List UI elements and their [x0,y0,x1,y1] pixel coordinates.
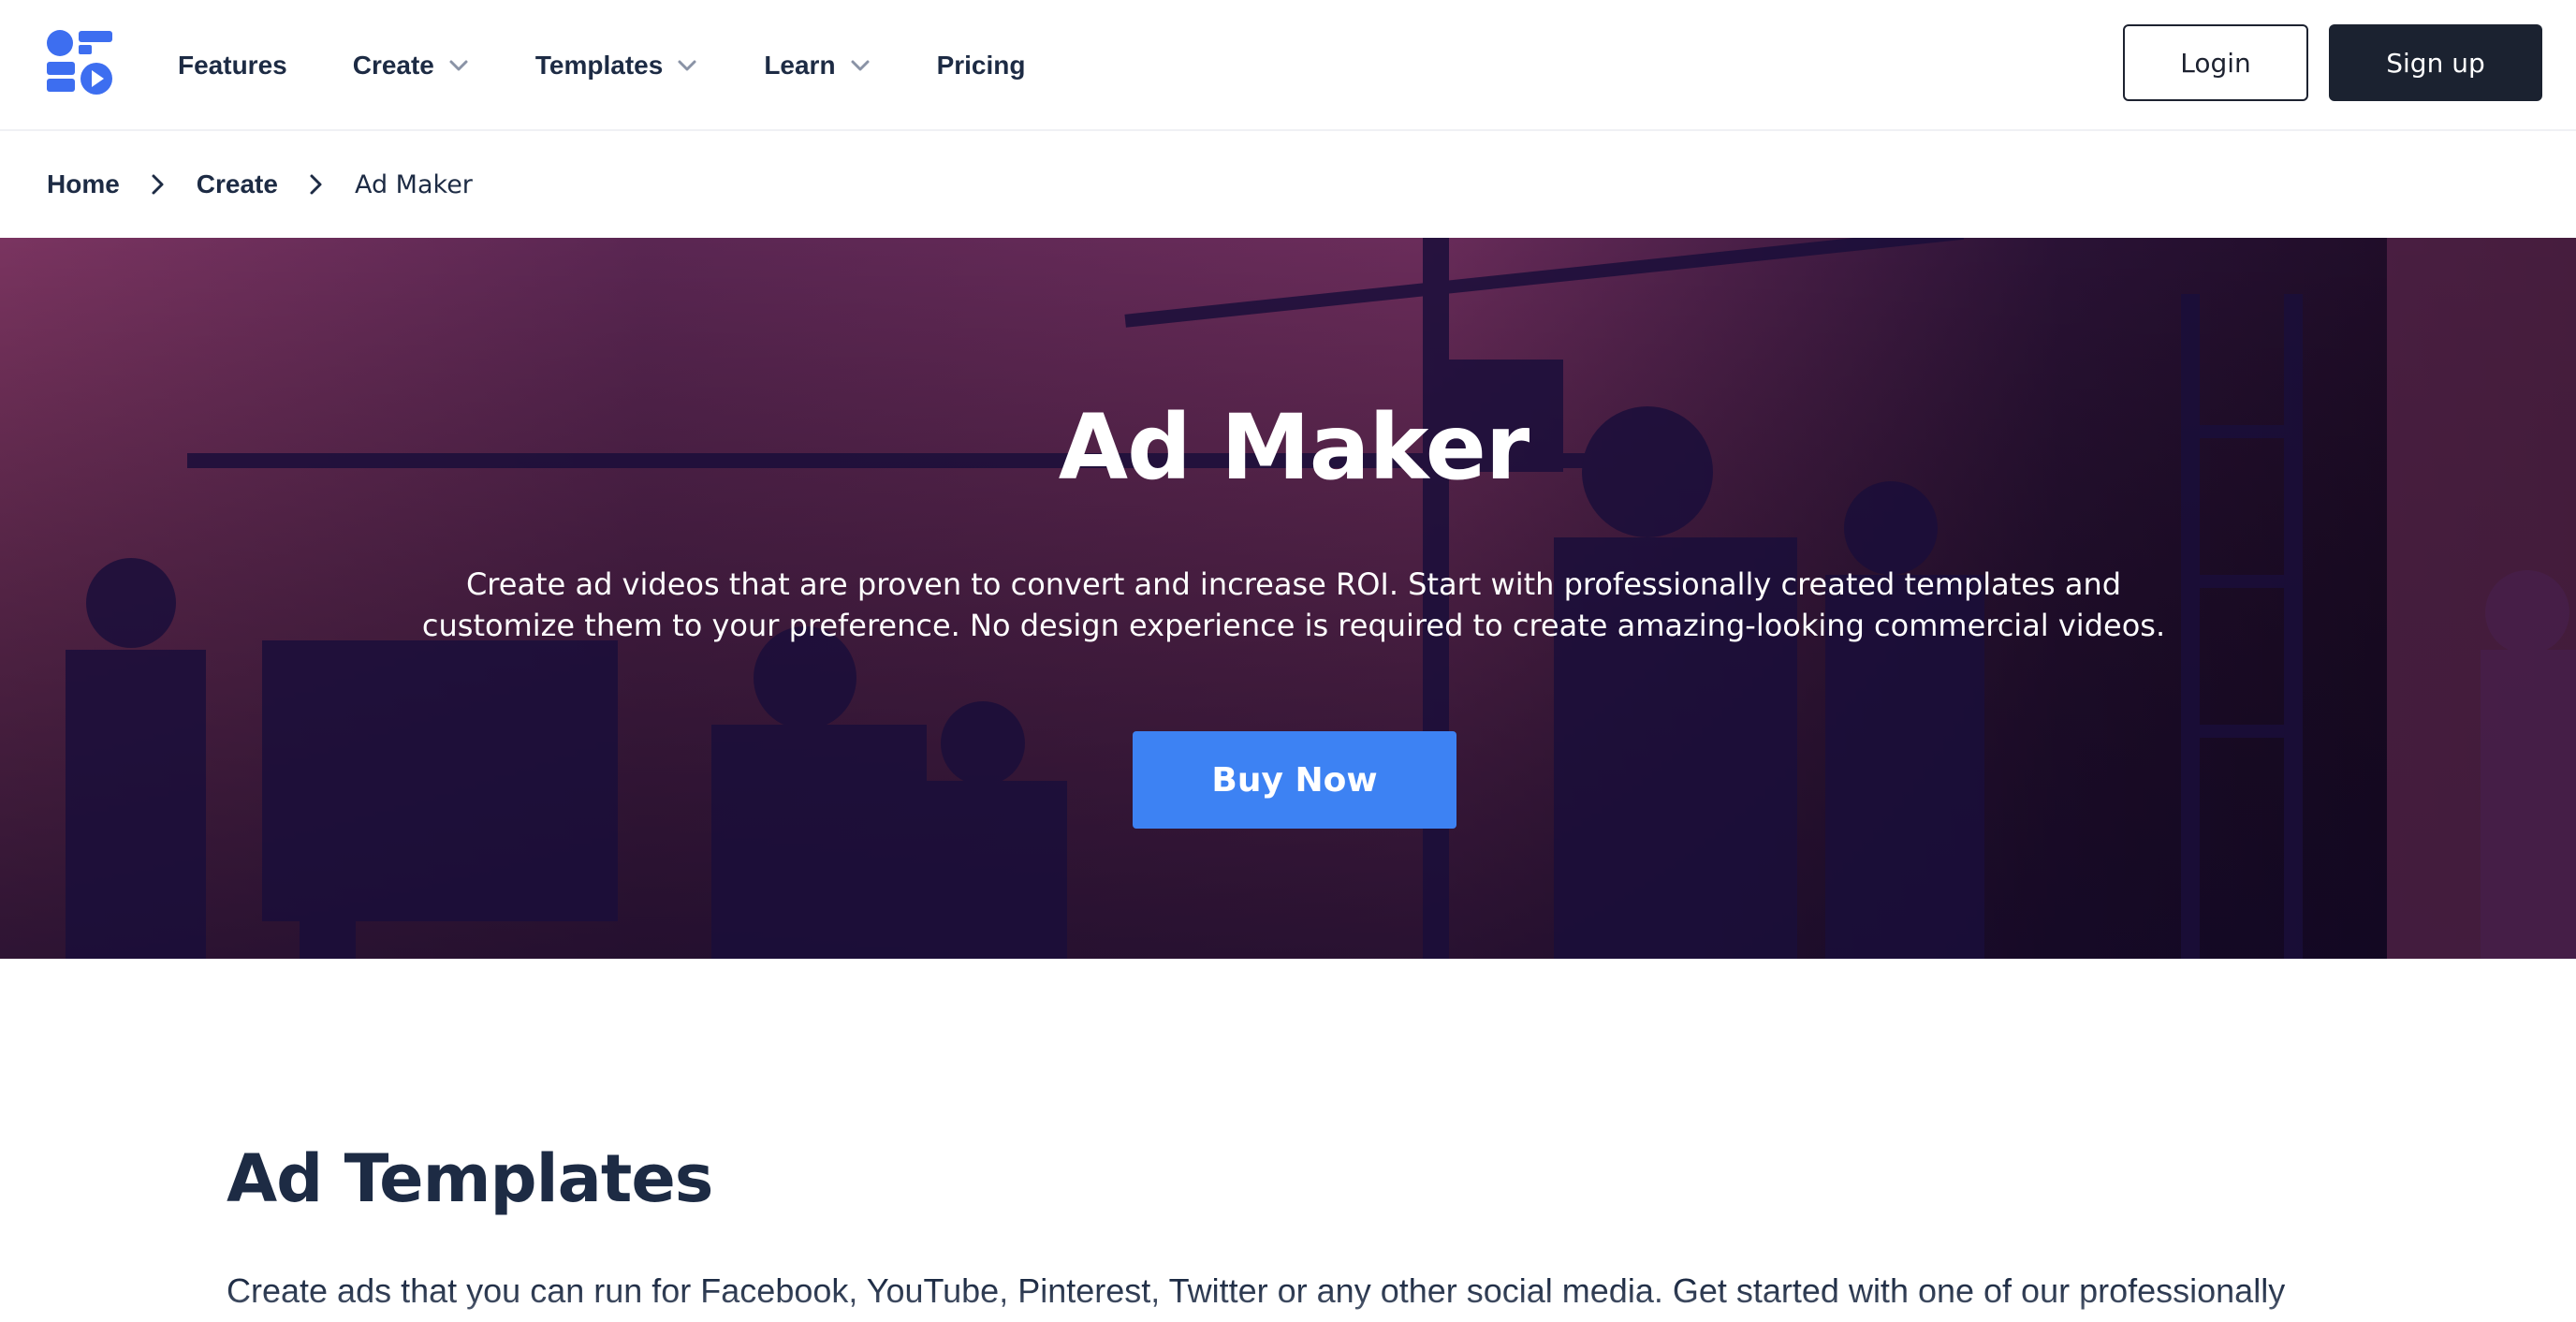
signup-button[interactable]: Sign up [2329,24,2542,101]
nav-item-label: Create [352,51,434,80]
chevron-down-icon [449,60,468,71]
chevron-down-icon [678,60,696,71]
auth-buttons: Login Sign up [2123,24,2542,101]
section-title: Ad Templates [227,1140,713,1217]
nav-item-label: Pricing [936,51,1026,80]
buy-now-button[interactable]: Buy Now [1133,731,1456,829]
breadcrumb: Home Create Ad Maker [47,161,473,208]
section-description: Create ads that you can run for Facebook… [227,1271,2286,1310]
nav-item-label: Learn [764,51,836,80]
page-title: Ad Maker [1058,395,1530,500]
nav-item-learn[interactable]: Learn [764,51,871,81]
nav-item-create[interactable]: Create [353,51,470,81]
chevron-right-icon [310,174,322,195]
nav-item-features[interactable]: Features [178,51,287,81]
chevron-down-icon [851,60,870,71]
breadcrumb-create-link[interactable]: Create [197,169,278,199]
hero-banner: Ad Maker Create ad videos that are prove… [0,238,2576,959]
breadcrumb-current: Ad Maker [354,169,473,199]
nav-item-label: Features [178,51,287,80]
main-menu: Features Create Templates Learn Pricing [178,0,1090,131]
chevron-right-icon [152,174,164,195]
nav-item-label: Templates [534,51,664,80]
brand-logo-icon[interactable] [45,28,114,97]
nav-item-templates[interactable]: Templates [535,51,698,81]
hero-description: Create ad videos that are proven to conv… [421,566,2166,643]
top-navigation: Features Create Templates Learn Pricing … [0,0,2576,131]
nav-item-pricing[interactable]: Pricing [937,51,1026,81]
login-button[interactable]: Login [2123,24,2308,101]
breadcrumb-home-link[interactable]: Home [47,169,120,199]
